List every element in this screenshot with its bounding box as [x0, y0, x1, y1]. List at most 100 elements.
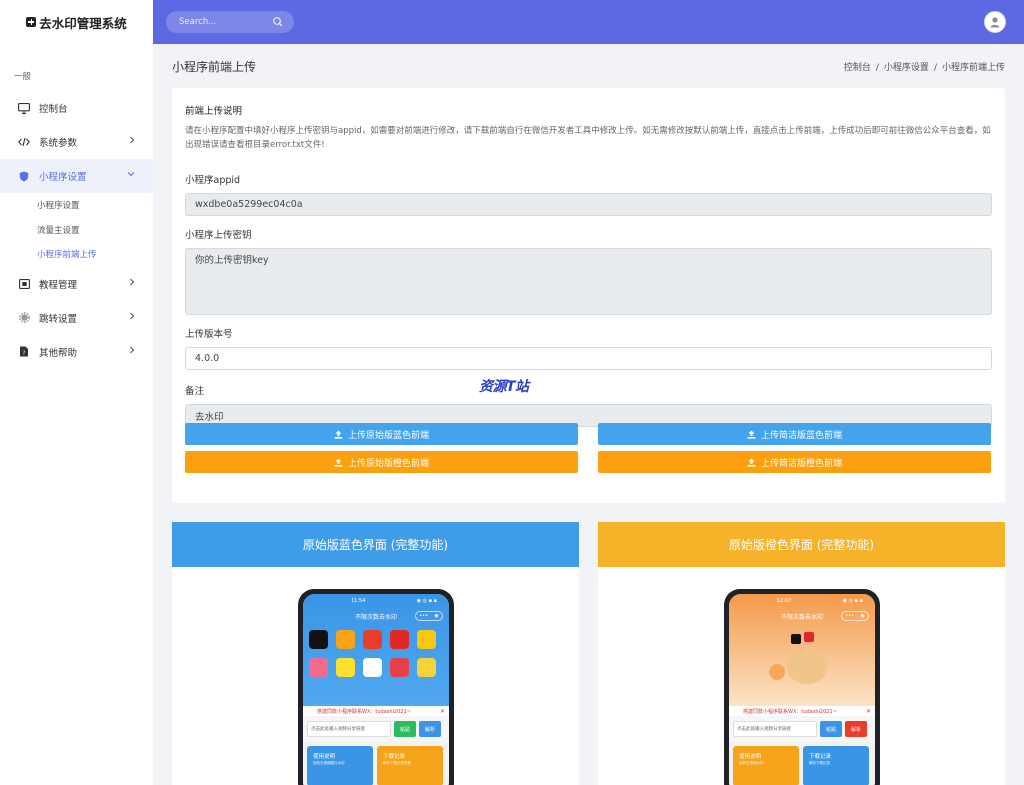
brand: 去水印管理系统	[0, 0, 153, 44]
upload-simple-orange-button[interactable]: 上传简洁版橙色前端	[598, 451, 991, 473]
app-header-area: 11:54 ◉ ◎ ▪ ▪ 不限次数去水印 ••• ◉	[303, 594, 449, 706]
sidebar-item-label: 教程管理	[39, 279, 78, 291]
platform-icon	[336, 630, 355, 649]
status-bar: 12:07 ◉ ◎ ▪ ▪	[729, 594, 875, 608]
card-subtitle: 解析下载记录	[809, 761, 830, 765]
paste-button: 粘贴	[394, 721, 416, 737]
breadcrumb-current: 小程序前端上传	[941, 63, 1005, 73]
capsule-menu-icon: ••• ◉	[415, 611, 443, 621]
link-input: 点击此处输入视频分享链接	[733, 721, 817, 737]
status-icons: ◉ ◎ ▪ ▪	[842, 598, 863, 604]
page-title: 小程序前端上传	[172, 60, 257, 74]
usage-card: 使用说明 如何去视频水印	[733, 746, 799, 785]
watermark-text: 资源T站	[479, 379, 529, 395]
sidebar-item-system-params[interactable]: 系统参数	[0, 125, 153, 159]
chevron-down-icon	[127, 170, 135, 180]
preview-title: 原始版蓝色界面 (完整功能)	[172, 522, 579, 567]
usage-card: 使用说明 如何去视频图片水印	[307, 746, 373, 785]
phone-screen: 11:54 ◉ ◎ ▪ ▪ 不限次数去水印 ••• ◉ 搭建同款小程序联系WX：tud…	[303, 594, 449, 785]
version-field[interactable]: 4.0.0	[185, 347, 992, 370]
sidebar-item-other-help[interactable]: ? 其他帮助	[0, 335, 153, 369]
topbar	[153, 0, 1024, 44]
app-title-bar: 不限次数去水印 ••• ◉	[303, 608, 449, 624]
search-input[interactable]	[166, 11, 266, 33]
notice-text: 搭建同款小程序联系WX：tudashi2021~	[317, 708, 411, 715]
card-title: 下载记录	[809, 754, 832, 760]
sidebar-item-miniprogram-settings[interactable]: 小程序设置	[0, 159, 153, 193]
illustration-bubble	[769, 664, 785, 680]
parse-button: 解析	[845, 721, 867, 737]
platform-icon	[417, 630, 436, 649]
platform-icon	[363, 658, 382, 677]
illustration-icon	[804, 632, 814, 642]
status-bar: 11:54 ◉ ◎ ▪ ▪	[303, 594, 449, 608]
sidebar-item-label: 控制台	[39, 104, 68, 115]
card-title: 使用说明	[313, 754, 336, 760]
app-title-bar: 不限次数去水印 ••• ◉	[729, 608, 875, 624]
phone-mockup: 12:07 ◉ ◎ ▪ ▪ 不限次数去水印 ••• ◉ 搭建同款小程序联系WX：tud…	[724, 589, 880, 785]
search-box	[166, 11, 294, 33]
intro-title: 前端上传说明	[185, 106, 243, 117]
download-record-card: 下载记录 解析下载记录	[803, 746, 869, 785]
app-title: 不限次数去水印	[780, 613, 823, 621]
preview-panel-orange: 原始版橙色界面 (完整功能) 12:07 ◉ ◎ ▪ ▪ 不限次数去水印 ••• ◉ …	[598, 522, 1005, 785]
sidebar-item-label: 小程序设置	[39, 172, 87, 183]
button-label: 上传原始版橙色前端	[347, 458, 429, 469]
tutorial-icon	[18, 278, 30, 289]
brand-title: 去水印管理系统	[39, 15, 127, 31]
sidebar-item-redirect-settings[interactable]: 跳转设置	[0, 301, 153, 335]
button-label: 上传原始版蓝色前端	[347, 430, 429, 441]
illustration-icon	[791, 634, 801, 644]
upload-original-orange-button[interactable]: 上传原始版橙色前端	[185, 451, 578, 473]
phone-mockup: 11:54 ◉ ◎ ▪ ▪ 不限次数去水印 ••• ◉ 搭建同款小程序联系WX：tud…	[298, 589, 454, 785]
card-subtitle: 解析下载记录查看	[383, 761, 411, 765]
phone-screen: 12:07 ◉ ◎ ▪ ▪ 不限次数去水印 ••• ◉ 搭建同款小程序联系WX：tud…	[729, 594, 875, 785]
feature-cards: 使用说明 如何去视频图片水印 下载记录 解析下载记录查看	[303, 742, 449, 785]
card-subtitle: 如何去视频图片水印	[313, 761, 345, 765]
platform-icon-grid	[303, 624, 449, 677]
close-icon: ✕	[865, 707, 871, 715]
appid-field: wxdbe0a5299ec04c0a	[185, 193, 992, 216]
notice-bar: 搭建同款小程序联系WX：tudashi2021~ ✕	[729, 706, 875, 716]
chevron-right-icon	[129, 136, 135, 147]
notice-bar: 搭建同款小程序联系WX：tudashi2021~ ✕	[303, 706, 449, 716]
submenu-traffic-settings[interactable]: 流量主设置	[0, 218, 153, 243]
breadcrumb-item[interactable]: 控制台	[844, 63, 871, 73]
capsule-menu-icon: ••• ◉	[841, 611, 869, 621]
upload-simple-blue-button[interactable]: 上传简洁版蓝色前端	[598, 423, 991, 445]
avatar[interactable]	[984, 11, 1006, 33]
user-avatar-icon	[990, 17, 1000, 28]
help-doc-icon: ?	[18, 346, 30, 357]
upload-original-blue-button[interactable]: 上传原始版蓝色前端	[185, 423, 578, 445]
intro-text: 请在小程序配置中填好小程序上传密钥与appid，如需要对前端进行修改，请下载前端…	[185, 126, 991, 150]
sidebar-item-label: 系统参数	[39, 138, 78, 149]
appid-label: 小程序appid	[185, 175, 241, 186]
paste-button: 粘贴	[820, 721, 842, 737]
remark-label: 备注	[185, 386, 205, 397]
chevron-right-icon	[129, 278, 135, 289]
gear-icon	[18, 312, 30, 323]
search-icon[interactable]	[272, 16, 284, 28]
submenu-miniprogram-settings[interactable]: 小程序设置	[0, 193, 153, 218]
feature-cards: 使用说明 如何去视频水印 下载记录 解析下载记录	[729, 742, 875, 785]
sidebar-item-console[interactable]: 控制台	[0, 91, 153, 125]
submenu-frontend-upload[interactable]: 小程序前端上传	[0, 242, 153, 267]
button-label: 上传简洁版橙色前端	[760, 458, 842, 469]
nav-section-label: 一般	[14, 72, 32, 82]
chevron-right-icon	[129, 312, 135, 323]
notice-text: 搭建同款小程序联系WX：tudashi2021~	[743, 708, 837, 715]
code-icon	[18, 137, 30, 147]
key-label: 小程序上传密钥	[185, 230, 252, 241]
svg-text:?: ?	[23, 351, 26, 357]
illustration-bowl	[787, 650, 827, 684]
close-icon: ✕	[439, 707, 445, 715]
breadcrumb-separator: /	[933, 63, 937, 73]
link-input: 点击此处输入视频分享链接	[307, 721, 391, 737]
button-label: 上传简洁版蓝色前端	[760, 430, 842, 441]
sidebar-item-tutorials[interactable]: 教程管理	[0, 267, 153, 301]
monitor-icon	[18, 102, 30, 114]
sidebar-item-label: 其他帮助	[39, 347, 78, 359]
shield-icon	[18, 171, 30, 182]
platform-icon	[363, 630, 382, 649]
breadcrumb-item[interactable]: 小程序设置	[884, 63, 929, 73]
